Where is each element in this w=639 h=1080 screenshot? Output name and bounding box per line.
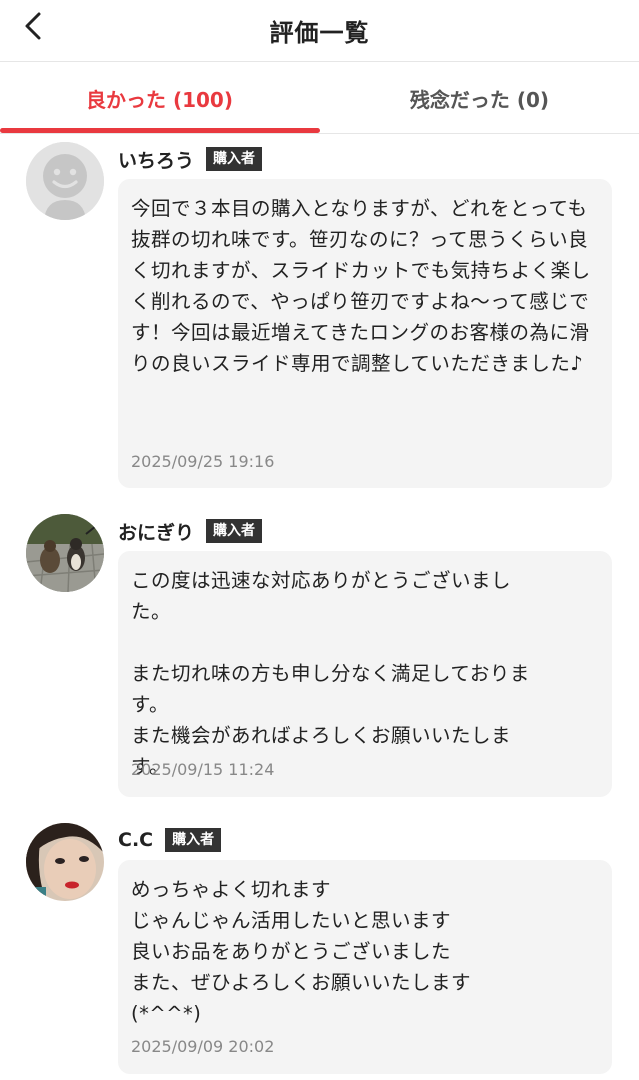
active-tab-indicator [0,128,320,133]
default-avatar-icon [26,142,104,220]
review-comment: 今回で３本目の購入となりますが、どれをとっても抜群の切れ味です。笹刃なのに？って… [131,197,591,375]
page-title: 評価一覧 [269,19,370,47]
app-header: 評価一覧 [0,0,639,62]
portrait-photo-avatar [26,823,104,901]
review-date: 2025/09/25 19:16 [131,452,275,471]
reviewer-name[interactable]: いちろう [118,146,194,173]
avatar[interactable] [26,142,104,220]
reviewer-name-row: C.C 購入者 [118,825,222,855]
review-tabs: 良かった (100) 残念だった (0) [0,62,639,134]
reviewer-name[interactable]: C.C [118,829,153,851]
tab-good[interactable]: 良かった (100) [0,62,319,134]
review-comment: この度は迅速な対応ありがとうございました。 また切れ味の方も申し分なく満足してお… [131,569,530,778]
avatar[interactable] [26,823,104,901]
review-date: 2025/09/09 20:02 [131,1037,275,1056]
cats-photo-avatar [26,514,104,592]
avatar[interactable] [26,514,104,592]
review-bubble: めっちゃよく切れます じゃんじゃん活用したいと思います 良いお品をありがとうござ… [118,860,612,1074]
tab-bad[interactable]: 残念だった (0) [320,62,639,134]
review-bubble: 今回で３本目の購入となりますが、どれをとっても抜群の切れ味です。笹刃なのに？って… [118,179,612,488]
reviewer-name-row: いちろう 購入者 [118,144,263,174]
review-bubble: この度は迅速な対応ありがとうございました。 また切れ味の方も申し分なく満足してお… [118,551,612,797]
buyer-badge: 購入者 [206,147,263,171]
reviewer-name[interactable]: おにぎり [118,518,194,545]
review-date: 2025/09/15 11:24 [131,760,275,779]
review-comment: めっちゃよく切れます じゃんじゃん活用したいと思います 良いお品をありがとうござ… [131,878,472,1025]
buyer-badge: 購入者 [206,519,263,543]
reviewer-name-row: おにぎり 購入者 [118,516,263,546]
buyer-badge: 購入者 [165,828,222,852]
